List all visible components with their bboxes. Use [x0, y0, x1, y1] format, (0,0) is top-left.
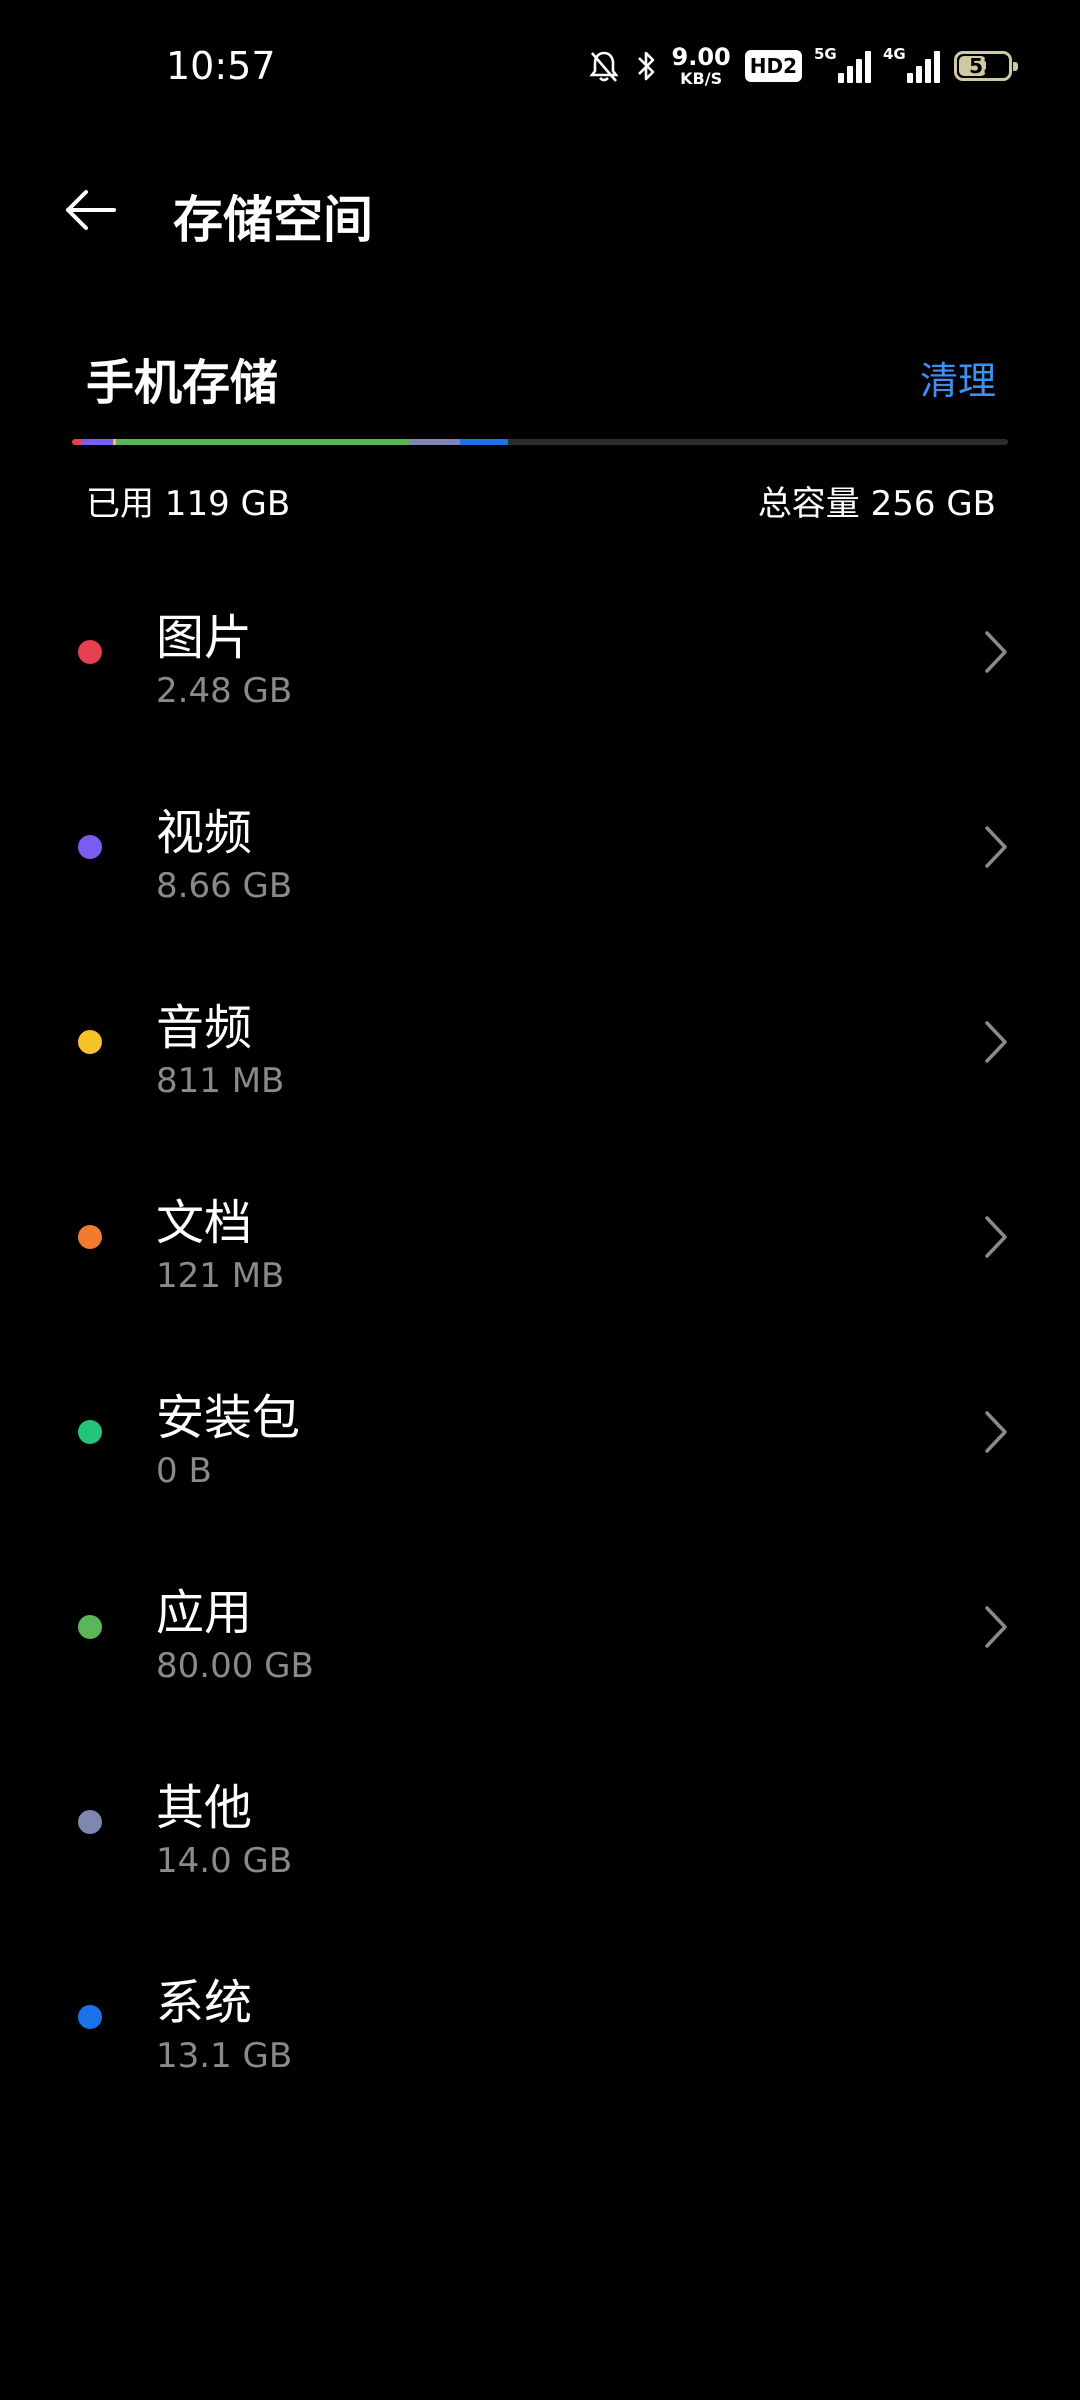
storage-category-item-1[interactable]: 视频 8.66 GB: [0, 751, 1080, 946]
usage-segment-0: [72, 439, 82, 445]
category-name: 音频: [156, 1000, 253, 1056]
category-name: 应用: [156, 1585, 253, 1641]
category-name: 图片: [156, 610, 253, 666]
storage-category-item-6[interactable]: 其他 14.0 GB: [0, 1726, 1080, 1921]
back-button[interactable]: [56, 178, 126, 242]
clean-button[interactable]: 清理: [920, 350, 996, 405]
category-size: 13.1 GB: [156, 2036, 293, 2076]
category-color-dot: [78, 1030, 102, 1054]
category-name: 安装包: [156, 1390, 301, 1446]
category-color-dot: [78, 835, 102, 859]
category-color-dot: [78, 1420, 102, 1444]
category-name: 文档: [156, 1195, 253, 1251]
network-speed-value: 9.00: [671, 43, 731, 71]
arrow-left-icon: [66, 190, 116, 230]
network-speed: 9.00 KB/S: [672, 45, 731, 87]
category-size: 14.0 GB: [156, 1841, 293, 1881]
category-size: 8.66 GB: [156, 866, 293, 906]
used-storage-label: 已用 119 GB: [86, 484, 291, 524]
usage-segment-6: [408, 439, 460, 445]
bluetooth-icon: [634, 49, 658, 83]
category-color-dot: [78, 1810, 102, 1834]
storage-category-item-5[interactable]: 应用 80.00 GB: [0, 1531, 1080, 1726]
total-capacity-label: 总容量 256 GB: [757, 484, 996, 524]
signal-4g-label: 4G: [883, 45, 906, 63]
category-name: 系统: [156, 1975, 253, 2031]
storage-category-item-4[interactable]: 安装包 0 B: [0, 1336, 1080, 1531]
hd-voice-badge: HD2: [744, 50, 802, 82]
signal-5g-label: 5G: [814, 45, 837, 63]
app-header: 存储空间: [0, 160, 1080, 260]
category-name: 其他: [156, 1780, 253, 1836]
storage-usage-bar: [72, 439, 1008, 445]
battery-level: 52: [969, 54, 997, 78]
category-size: 80.00 GB: [156, 1646, 314, 1686]
status-icons: 9.00 KB/S HD2 5G 4G 52: [588, 44, 1018, 88]
chevron-right-icon: [976, 1018, 1016, 1066]
chevron-right-icon: [976, 628, 1016, 676]
storage-category-item-3[interactable]: 文档 121 MB: [0, 1141, 1080, 1336]
category-size: 121 MB: [156, 1256, 285, 1296]
usage-segment-1: [81, 439, 113, 445]
usage-segment-5: [116, 439, 409, 445]
page-title: 存储空间: [173, 191, 373, 249]
category-size: 2.48 GB: [156, 671, 293, 711]
category-color-dot: [78, 2005, 102, 2029]
storage-category-list: 图片 2.48 GB 视频 8.66 GB 音频 811 MB 文档 121 M…: [0, 556, 1080, 2116]
usage-segment-7: [459, 439, 508, 445]
chevron-right-icon: [976, 1213, 1016, 1261]
storage-category-item-7[interactable]: 系统 13.1 GB: [0, 1921, 1080, 2116]
category-color-dot: [78, 1225, 102, 1249]
status-bar: 10:57 9.00 KB/S HD2 5G 4G 52: [0, 0, 1080, 130]
category-color-dot: [78, 1615, 102, 1639]
phone-storage-title: 手机存储: [86, 355, 279, 411]
storage-category-item-0[interactable]: 图片 2.48 GB: [0, 556, 1080, 751]
status-time: 10:57: [166, 44, 276, 88]
category-name: 视频: [156, 805, 253, 861]
storage-screen: 10:57 9.00 KB/S HD2 5G 4G 52 存储空间 手机存储 清…: [0, 0, 1080, 2400]
signal-4g-icon: 4G: [883, 45, 940, 83]
chevron-right-icon: [976, 823, 1016, 871]
category-size: 0 B: [156, 1451, 212, 1491]
category-color-dot: [78, 640, 102, 664]
storage-category-item-2[interactable]: 音频 811 MB: [0, 946, 1080, 1141]
bell-muted-icon: [588, 49, 620, 83]
network-speed-unit: KB/S: [680, 69, 723, 88]
chevron-right-icon: [976, 1408, 1016, 1456]
category-size: 811 MB: [156, 1061, 285, 1101]
battery-icon: 52: [954, 51, 1018, 81]
signal-5g-icon: 5G: [814, 45, 871, 83]
chevron-right-icon: [976, 1603, 1016, 1651]
